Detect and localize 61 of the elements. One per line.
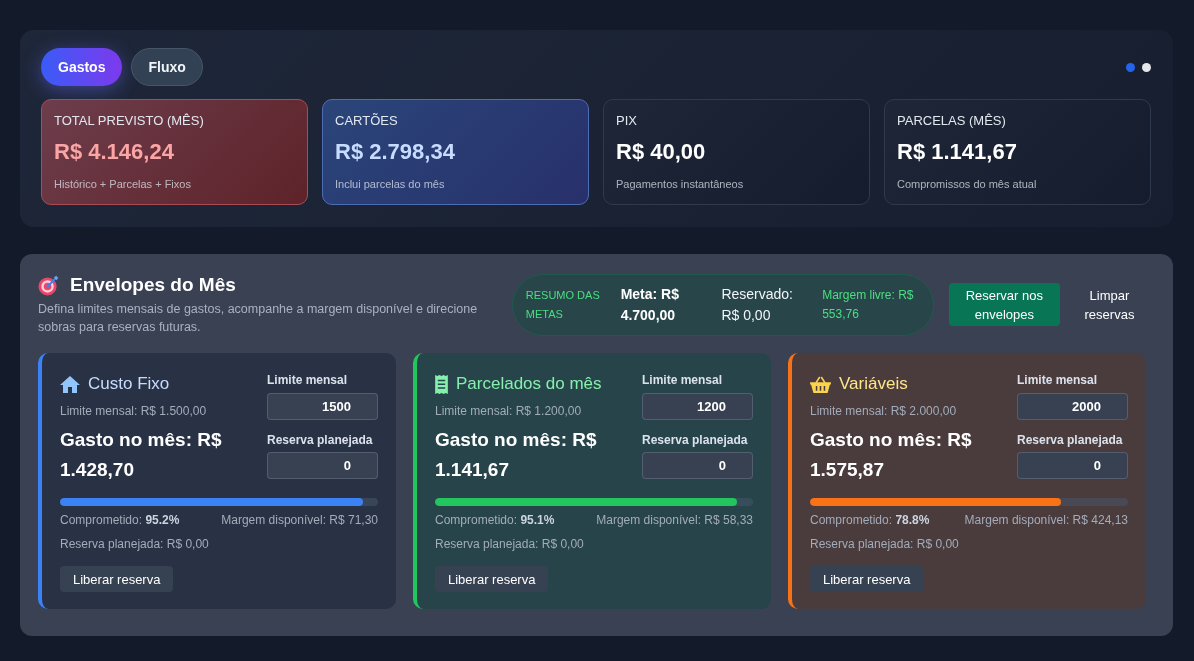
stat-label: CARTÕES: [335, 113, 399, 129]
envelope-title: Variáveis: [839, 373, 908, 395]
stat-label: TOTAL PREVISTO (MÊS): [54, 113, 205, 129]
envelope-title: Parcelados do mês: [456, 373, 602, 395]
limit-label: Limite mensal: [267, 372, 349, 388]
stat-note: Histórico + Parcelas + Fixos: [54, 177, 192, 191]
tab[interactable]: Gastos: [41, 48, 123, 86]
pager-dot[interactable]: [1126, 62, 1135, 72]
house-icon: [60, 375, 80, 393]
envelope-title: Custo Fixo: [88, 373, 170, 395]
planned-reserve-text: Reserva planejada: R$ 0,00: [60, 536, 210, 552]
section-description: Defina limites mensais de gastos, acompanhe a margem disponível e direcione sobras para reservas futuras.: [38, 301, 479, 336]
limit-text: Limite mensal: R$ 1.200,00: [435, 403, 583, 419]
reserve-label: Reserva planejada: [642, 432, 749, 448]
stat-label: PIX: [616, 113, 638, 129]
reserve-input[interactable]: 0: [267, 452, 378, 479]
stat-value: R$ 1.141,67: [897, 139, 1018, 165]
stat-label: PARCELAS (MÊS): [897, 113, 1007, 129]
committed-text: Comprometido: 95.2%: [60, 512, 180, 528]
planned-reserve-text: Reserva planejada: R$ 0,00: [810, 536, 960, 552]
limit-input[interactable]: 1200: [642, 393, 753, 420]
free-margin: Margem livre: R$ 553,76: [822, 286, 915, 323]
limit-label: Limite mensal: [642, 372, 724, 388]
reserve-input[interactable]: 0: [642, 452, 753, 479]
limit-text: Limite mensal: R$ 2.000,00: [810, 403, 958, 419]
clear-button[interactable]: Limpar reservas: [1072, 285, 1146, 324]
stat-value: R$ 4.146,24: [54, 139, 175, 165]
release-button[interactable]: Liberar reserva: [435, 566, 549, 592]
summary-label: RESUMO DAS METAS: [525, 287, 601, 322]
stat-note: Compromissos do mês atual: [897, 177, 1038, 191]
margin-text: Margem disponível: R$ 71,30: [221, 512, 378, 528]
dart-target-icon: [38, 274, 59, 296]
limit-label: Limite mensal: [1017, 372, 1099, 388]
stat-note: Pagamentos instantâneos: [616, 177, 745, 191]
reserved-amount: Reservado: R$ 0,00: [721, 284, 794, 325]
margin-text: Margem disponível: R$ 58,33: [596, 512, 753, 528]
pager-dot[interactable]: [1142, 62, 1151, 72]
receipt-icon: [435, 374, 448, 394]
committed-text: Comprometido: 78.8%: [810, 512, 930, 528]
reserve-button[interactable]: Reservar nos envelopes: [948, 283, 1060, 326]
spent-amount: Gasto no mês: R$ 1.428,70: [60, 428, 223, 482]
limit-input[interactable]: 2000: [1017, 393, 1128, 420]
tab[interactable]: Fluxo: [131, 48, 203, 86]
reserve-label: Reserva planejada: [1017, 432, 1124, 448]
limit-input[interactable]: 1500: [267, 393, 378, 420]
stat-note: Inclui parcelas do mês: [335, 177, 446, 191]
spent-amount: Gasto no mês: R$ 1.141,67: [435, 428, 598, 482]
stat-value: R$ 40,00: [616, 139, 707, 165]
margin-text: Margem disponível: R$ 424,13: [964, 512, 1128, 528]
section-title: Envelopes do Mês: [70, 273, 236, 297]
release-button[interactable]: Liberar reserva: [810, 566, 924, 592]
spent-amount: Gasto no mês: R$ 1.575,87: [810, 428, 973, 482]
committed-text: Comprometido: 95.1%: [435, 512, 555, 528]
goal-amount: Meta: R$ 4.700,00: [620, 284, 680, 325]
limit-text: Limite mensal: R$ 1.500,00: [60, 403, 208, 419]
stat-value: R$ 2.798,34: [335, 139, 456, 165]
reserve-label: Reserva planejada: [267, 432, 374, 448]
basket-icon: [810, 375, 831, 393]
reserve-input[interactable]: 0: [1017, 452, 1128, 479]
release-button[interactable]: Liberar reserva: [60, 566, 174, 592]
planned-reserve-text: Reserva planejada: R$ 0,00: [435, 536, 585, 552]
